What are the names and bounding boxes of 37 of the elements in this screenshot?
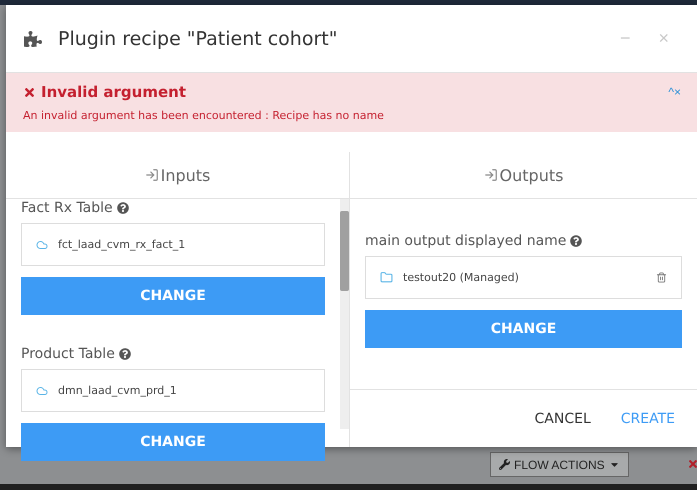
dataset-name: fct_laad_cvm_rx_fact_1 xyxy=(58,238,186,251)
change-button[interactable]: CHANGE xyxy=(21,423,325,461)
change-button[interactable]: CHANGE xyxy=(365,310,682,348)
cancel-button[interactable]: CANCEL xyxy=(526,406,599,430)
help-icon[interactable] xyxy=(118,348,131,360)
change-button[interactable]: CHANGE xyxy=(21,277,325,315)
dialog-title: Plugin recipe "Patient cohort" xyxy=(58,28,338,50)
create-button[interactable]: CREATE xyxy=(612,406,683,430)
field-label: main output displayed name xyxy=(365,233,566,249)
error-icon xyxy=(23,86,36,98)
minimize-button[interactable]: − xyxy=(614,28,636,49)
error-message: An invalid argument has been encountered : Recipe has no name xyxy=(23,109,385,122)
column-heading: Outputs xyxy=(500,166,564,184)
sign-in-icon xyxy=(484,168,498,182)
cloud-icon xyxy=(36,384,48,396)
puzzle-icon xyxy=(24,30,42,48)
dataset-name: dmn_laad_cvm_prd_1 xyxy=(58,384,178,397)
sign-in-icon xyxy=(144,168,159,182)
dataset-field[interactable]: testout20 (Managed) xyxy=(365,256,682,299)
column-heading: Inputs xyxy=(160,166,210,184)
cloud-icon xyxy=(36,238,48,250)
field-label: Product Table xyxy=(21,346,115,362)
flow-actions-button[interactable]: FLOW ACTIONS xyxy=(490,452,629,477)
help-icon[interactable] xyxy=(570,235,582,247)
collapse-button[interactable]: ^ xyxy=(668,85,674,99)
wrench-icon xyxy=(499,459,510,470)
dataset-name: testout20 (Managed) xyxy=(403,271,520,284)
close-button[interactable]: × xyxy=(652,28,675,49)
dismiss-button[interactable]: × xyxy=(674,85,681,99)
folder-icon xyxy=(380,271,393,284)
scrollbar[interactable] xyxy=(340,199,349,429)
dataset-field[interactable]: fct_laad_cvm_rx_fact_1 xyxy=(21,223,325,266)
help-icon[interactable] xyxy=(116,202,129,214)
error-title: Invalid argument xyxy=(41,83,186,101)
delete-icon[interactable] xyxy=(656,272,667,283)
field-label: Fact Rx Table xyxy=(21,200,113,216)
dataset-field[interactable]: dmn_laad_cvm_prd_1 xyxy=(21,369,325,412)
